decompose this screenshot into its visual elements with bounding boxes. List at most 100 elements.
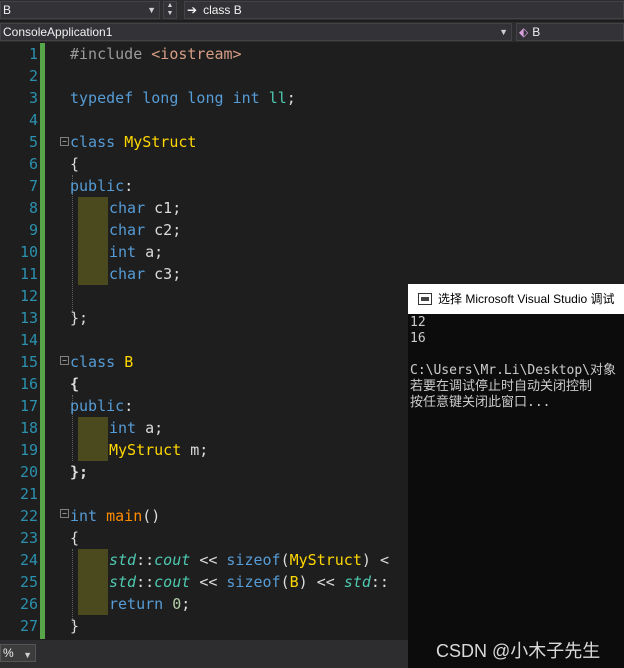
scope-combo[interactable]: B ▼ [0,1,160,19]
chevron-down-icon[interactable]: ▼ [499,27,508,37]
watermark: CSDN @小木子先生 [436,641,601,661]
structure-guide [72,549,73,623]
line-number: 23 [19,529,38,547]
line-number: 27 [19,617,38,635]
punctuation: ) [298,573,308,591]
member: m; [190,441,209,459]
code-line-25[interactable]: std::cout << sizeof(B) << std:: [109,571,389,593]
keyword: class [70,133,116,151]
code-line-16[interactable]: { [70,373,79,395]
operator: << [199,573,218,591]
member: a; [145,243,164,261]
code-line-20[interactable]: }; [70,461,88,483]
code-line-18[interactable]: int a; [109,417,163,439]
console-output-line: 16 [410,331,426,346]
class-name: B [289,573,299,591]
punctuation: ; [286,89,296,107]
line-number: 2 [28,67,38,85]
code-line-9[interactable]: char c2; [109,219,181,241]
line-number: 13 [19,309,38,327]
console-app-icon [418,293,432,305]
keyword: int [232,89,260,107]
code-line-11[interactable]: char c3; [109,263,181,285]
fold-collapse-icon[interactable]: − [60,509,69,518]
punctuation: ; [181,595,191,613]
line-number: 10 [19,243,38,261]
project-combo[interactable]: ConsoleApplication1 ▼ [0,23,512,41]
editor-status-bar: % ▼ [0,640,408,668]
class-name: MyStruct [124,133,197,151]
code-line-1[interactable]: #include <iostream> [70,43,242,65]
line-number: 14 [19,331,38,349]
console-title-bar[interactable]: 选择 Microsoft Visual Studio 调试 [408,284,624,314]
member-navigation-combo[interactable]: ➔ class B [184,1,624,19]
scope-combo-value: B [3,3,12,17]
code-line-26[interactable]: return 0; [109,593,190,615]
console-output-line: 按任意键关闭此窗口... [410,395,551,410]
navigation-spinner[interactable]: ▲ ▼ [163,1,177,19]
keyword: int [109,243,137,261]
punctuation: ( [280,551,290,569]
line-number: 9 [28,221,38,239]
console-title: 选择 Microsoft Visual Studio 调试 [438,292,615,306]
keyword: char [109,265,146,283]
chevron-down-icon[interactable]: ▼ [23,647,32,663]
keyword: char [109,199,146,217]
code-line-8[interactable]: char c1; [109,197,181,219]
zoom-combo[interactable]: % ▼ [0,644,36,662]
type-combo[interactable]: ⬖ B [516,23,624,41]
line-number: 20 [19,463,38,481]
line-number: 17 [19,397,38,415]
punctuation: : [124,397,134,415]
code-line-22[interactable]: int main() [70,505,160,527]
arrow-right-icon: ➔ [187,3,198,17]
keyword: int [70,507,98,525]
line-number: 18 [19,419,38,437]
line-number: 24 [19,551,38,569]
member-navigation-value: class B [203,3,242,17]
punctuation: : [124,177,134,195]
code-line-5[interactable]: class MyStruct [70,131,196,153]
chevron-down-icon[interactable]: ▼ [147,5,156,15]
keyword: long [142,89,179,107]
keyword: sizeof [226,573,281,591]
typedef-name: ll [268,89,287,107]
debug-console-window[interactable]: 选择 Microsoft Visual Studio 调试 12 16 C:\U… [408,284,624,668]
code-line-6[interactable]: { [70,153,79,175]
punctuation: () [142,507,161,525]
operator: < [379,551,389,569]
code-line-23[interactable]: { [70,527,79,549]
line-number: 12 [19,287,38,305]
identifier: cout [154,573,191,591]
line-number: 21 [19,485,38,503]
line-number: 19 [19,441,38,459]
code-line-3[interactable]: typedef long long int ll; [70,87,296,109]
include-header: <iostream> [151,45,242,63]
code-line-10[interactable]: int a; [109,241,163,263]
code-line-13[interactable]: }; [70,307,88,329]
line-number: 8 [28,199,38,217]
fold-collapse-icon[interactable]: − [60,356,69,365]
keyword: char [109,221,146,239]
member: c3; [154,265,182,283]
member: c2; [154,221,182,239]
code-line-27[interactable]: } [70,615,79,637]
navigation-bar-top: B ▼ ▲ ▼ ➔ class B [0,0,624,20]
code-line-17[interactable]: public: [70,395,133,417]
line-number: 15 [19,353,38,371]
code-line-15[interactable]: class B [70,351,133,373]
punctuation: :: [370,573,389,591]
code-line-7[interactable]: public: [70,175,133,197]
code-line-24[interactable]: std::cout << sizeof(MyStruct) < [109,549,389,571]
fold-collapse-icon[interactable]: − [60,137,69,146]
indent-highlight [78,197,108,285]
line-number: 26 [19,595,38,613]
keyword: sizeof [226,551,281,569]
console-output-line: C:\Users\Mr.Li\Desktop\对象 [410,363,617,378]
punctuation: :: [136,551,155,569]
code-line-19[interactable]: MyStruct m; [109,439,208,461]
line-number: 6 [28,155,38,173]
number-literal: 0 [172,595,182,613]
keyword: public [70,177,125,195]
line-number: 25 [19,573,38,591]
